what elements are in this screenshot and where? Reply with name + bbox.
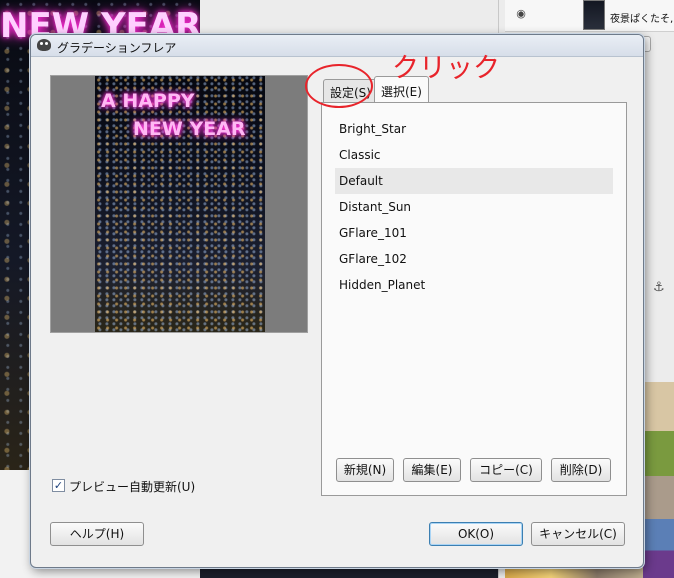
ok-button[interactable]: OK(O) <box>429 522 523 546</box>
auto-update-label[interactable]: プレビュー自動更新(U) <box>69 478 195 495</box>
eye-icon[interactable]: ◉ <box>513 8 529 20</box>
annotation-text: クリック <box>392 53 500 84</box>
new-button[interactable]: 新規(N) <box>336 458 394 482</box>
edit-button[interactable]: 編集(E) <box>403 458 461 482</box>
flare-item-gflare-101[interactable]: GFlare_101 <box>335 220 613 246</box>
copy-button[interactable]: コピー(C) <box>470 458 542 482</box>
layer-thumbnail <box>583 0 605 30</box>
annotation-circle <box>305 64 373 108</box>
auto-update-checkbox[interactable]: ✓ <box>52 479 65 492</box>
flare-item-default[interactable]: Default <box>335 168 613 194</box>
preview-text-line1: A HAPPY <box>101 90 195 112</box>
preview-text-line2: NEW YEAR <box>133 118 246 140</box>
flare-item-gflare-102[interactable]: GFlare_102 <box>335 246 613 272</box>
flare-list: Bright_Star Classic Default Distant_Sun … <box>335 116 613 298</box>
pattern-tiles <box>643 382 674 578</box>
dialog-title: グラデーションフレア <box>57 41 177 55</box>
flare-item-classic[interactable]: Classic <box>335 142 613 168</box>
wilber-icon <box>37 39 51 51</box>
canvas-toolbar-area <box>200 0 498 36</box>
flare-item-hidden-planet[interactable]: Hidden_Planet <box>335 272 613 298</box>
help-button[interactable]: ヘルプ(H) <box>50 522 144 546</box>
anchor-icon[interactable]: ⚓ <box>653 280 665 295</box>
cancel-button[interactable]: キャンセル(C) <box>531 522 625 546</box>
dialog-titlebar[interactable]: グラデーションフレア <box>31 35 643 57</box>
flare-item-bright-star[interactable]: Bright_Star <box>335 116 613 142</box>
flare-list-panel: Bright_Star Classic Default Distant_Sun … <box>321 102 627 496</box>
layer-name[interactable]: 夜景ぱくたそ, <box>610 10 673 25</box>
preview-area: A HAPPY NEW YEAR <box>50 75 308 333</box>
delete-button[interactable]: 削除(D) <box>551 458 611 482</box>
preview-image: A HAPPY NEW YEAR <box>95 76 265 332</box>
flare-item-distant-sun[interactable]: Distant_Sun <box>335 194 613 220</box>
gradient-flare-dialog: グラデーションフレア A HAPPY NEW YEAR ✓ プレビュー自動更新(… <box>30 34 644 568</box>
